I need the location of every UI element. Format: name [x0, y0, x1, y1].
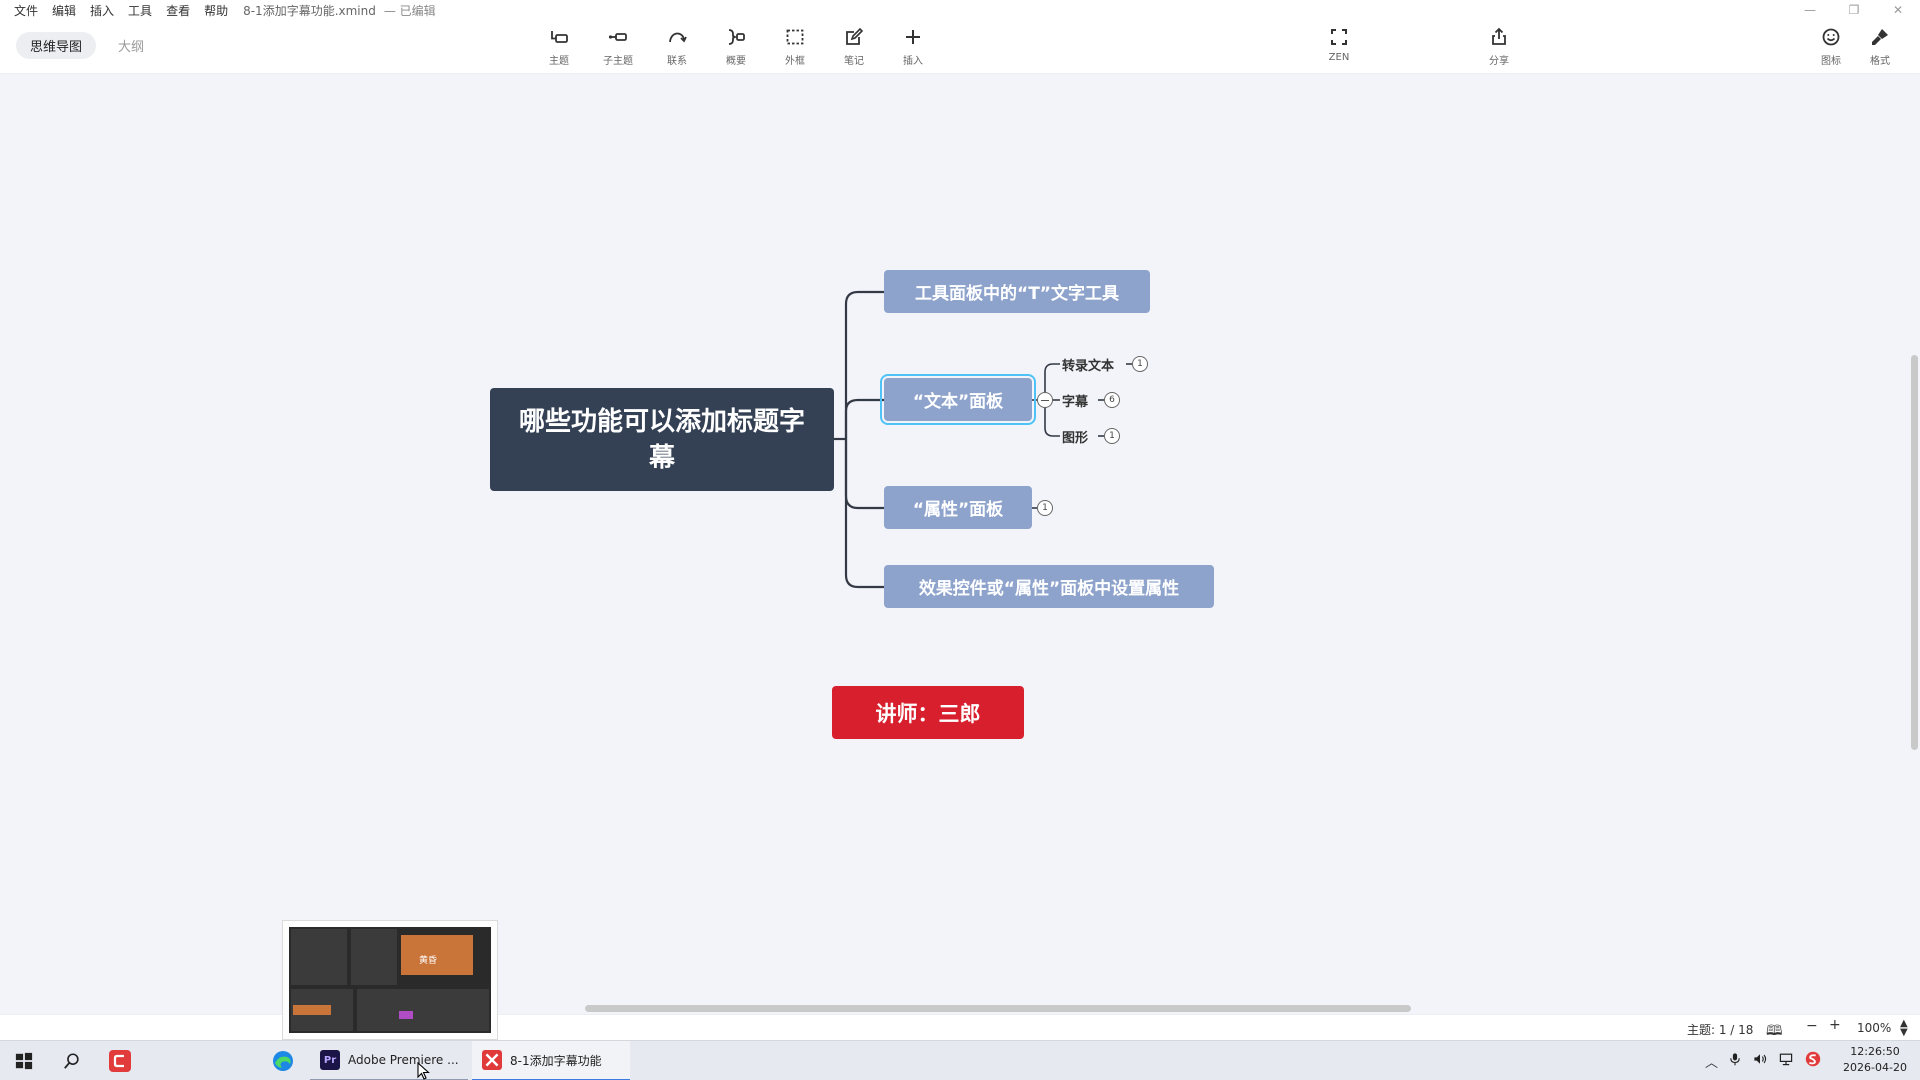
- relationship-button[interactable]: 联系: [652, 24, 702, 70]
- tray-chevron-up-icon[interactable]: ︿: [1705, 1052, 1718, 1071]
- floating-topic-lecturer[interactable]: 讲师：三郎: [832, 686, 1024, 739]
- collapsed-count-badge[interactable]: 1: [1104, 428, 1120, 444]
- mouse-cursor-icon: [417, 1062, 430, 1080]
- tab-outline[interactable]: 大纲: [104, 32, 158, 59]
- windows-icon: [15, 1052, 33, 1070]
- brush-icon: [1863, 24, 1897, 50]
- xmind-icon: [482, 1050, 502, 1070]
- preview-label: 黄昏: [419, 956, 438, 966]
- volume-icon[interactable]: [1752, 1051, 1768, 1071]
- windows-start-button[interactable]: [12, 1049, 36, 1073]
- menu-help[interactable]: 帮助: [197, 2, 235, 19]
- toolbar: 思维导图 大纲 主题 子主题 联系 概要 外框 笔记 插入 ZEN 分享 图标: [0, 20, 1920, 74]
- topic-button[interactable]: 主题: [534, 24, 584, 70]
- icon-panel-button[interactable]: 图标: [1806, 24, 1856, 70]
- taskbar-search-button[interactable]: [60, 1049, 84, 1073]
- menu-file[interactable]: 文件: [0, 2, 45, 19]
- tab-mindmap[interactable]: 思维导图: [16, 32, 97, 59]
- relationship-icon: [660, 24, 694, 50]
- mindmap-canvas[interactable]: [0, 75, 1908, 1005]
- minimize-button[interactable]: —: [1788, 0, 1832, 20]
- system-tray: ︿: [1705, 1041, 1822, 1080]
- summary-button[interactable]: 概要: [711, 24, 761, 70]
- zoom-out-button[interactable]: −: [1806, 1018, 1818, 1034]
- topic-properties-panel[interactable]: “属性”面板: [884, 486, 1032, 529]
- subtopic-graphics[interactable]: 图形: [1062, 426, 1088, 446]
- taskbar-app-xmind[interactable]: 8-1添加字幕功能: [472, 1041, 630, 1080]
- taskbar: Pr Adobe Premiere ... 8-1添加字幕功能 ︿ 12:26:…: [0, 1040, 1920, 1080]
- zoom-level[interactable]: 100%: [1857, 1021, 1891, 1035]
- vertical-scrollbar[interactable]: [1908, 75, 1920, 1005]
- restore-button[interactable]: ❐: [1832, 0, 1876, 20]
- menu-tools[interactable]: 工具: [121, 2, 159, 19]
- note-icon: [837, 24, 871, 50]
- share-icon: [1482, 24, 1516, 50]
- microphone-icon[interactable]: [1728, 1051, 1742, 1071]
- clock-date: 2026-04-20: [1843, 1061, 1907, 1074]
- zen-button[interactable]: ZEN: [1314, 24, 1364, 70]
- taskbar-window-preview[interactable]: 黄昏: [282, 920, 498, 1040]
- minus-icon: [1041, 399, 1049, 401]
- document-status: — 已编辑: [383, 3, 436, 18]
- vertical-scroll-thumb[interactable]: [1911, 355, 1918, 750]
- recorder-app-icon[interactable]: [108, 1049, 132, 1073]
- input-method-icon[interactable]: [1804, 1050, 1822, 1072]
- menu-edit[interactable]: 编辑: [45, 2, 83, 19]
- subtopic-button[interactable]: 子主题: [593, 24, 643, 70]
- plus-icon: [896, 24, 930, 50]
- fullscreen-icon: [1322, 24, 1356, 50]
- smiley-icon: [1814, 24, 1848, 50]
- insert-button[interactable]: 插入: [888, 24, 938, 70]
- summary-icon: [719, 24, 753, 50]
- edge-browser-icon[interactable]: [271, 1049, 295, 1073]
- subtopic-icon: [601, 24, 635, 50]
- boundary-button[interactable]: 外框: [770, 24, 820, 70]
- topic-effect-controls[interactable]: 效果控件或“属性”面板中设置属性: [884, 565, 1214, 608]
- menu-bar: 文件 编辑 插入 工具 查看 帮助 8-1添加字幕功能.xmind — 已编辑 …: [0, 0, 1920, 20]
- zoom-in-button[interactable]: +: [1829, 1017, 1841, 1033]
- network-icon[interactable]: [1778, 1051, 1794, 1071]
- central-topic[interactable]: 哪些功能可以添加标题字幕: [490, 388, 834, 491]
- topic-text-panel[interactable]: “文本”面板: [880, 374, 1036, 425]
- collapsed-count-badge[interactable]: 1: [1037, 500, 1053, 516]
- close-button[interactable]: ✕: [1876, 0, 1920, 20]
- menu-insert[interactable]: 插入: [83, 2, 121, 19]
- topic-count: 主题: 1 / 18: [1687, 1023, 1754, 1037]
- collapsed-count-badge[interactable]: 6: [1104, 392, 1120, 408]
- share-button[interactable]: 分享: [1474, 24, 1524, 70]
- window-controls: — ❐ ✕: [1788, 0, 1920, 20]
- topic-text-tool[interactable]: 工具面板中的“T”文字工具: [884, 270, 1150, 313]
- topic-icon: [542, 24, 576, 50]
- preview-thumbnail: 黄昏: [289, 927, 491, 1033]
- taskbar-app-label: 8-1添加字幕功能: [510, 1053, 602, 1068]
- premiere-icon: Pr: [320, 1050, 340, 1070]
- view-tabs: 思维导图 大纲: [16, 32, 158, 59]
- menu-view[interactable]: 查看: [159, 2, 197, 19]
- subtopic-captions[interactable]: 字幕: [1062, 390, 1088, 410]
- boundary-icon: [778, 24, 812, 50]
- note-button[interactable]: 笔记: [829, 24, 879, 70]
- zoom-stepper-icon[interactable]: ▲ ▼: [1900, 1019, 1908, 1038]
- clock-time: 12:26:50: [1850, 1045, 1900, 1058]
- taskbar-app-premiere[interactable]: Pr Adobe Premiere ...: [310, 1041, 468, 1080]
- collapsed-count-badge[interactable]: 1: [1132, 356, 1148, 372]
- subtopic-transcript[interactable]: 转录文本: [1062, 354, 1114, 374]
- collapse-toggle[interactable]: [1037, 392, 1053, 408]
- horizontal-scroll-thumb[interactable]: [585, 1005, 1411, 1012]
- search-icon: [64, 1053, 79, 1069]
- taskbar-app-label: Adobe Premiere ...: [348, 1053, 459, 1067]
- document-title: 8-1添加字幕功能.xmind: [243, 3, 376, 18]
- system-clock[interactable]: 12:26:50 2026-04-20: [1840, 1044, 1910, 1076]
- format-panel-button[interactable]: 格式: [1855, 24, 1905, 70]
